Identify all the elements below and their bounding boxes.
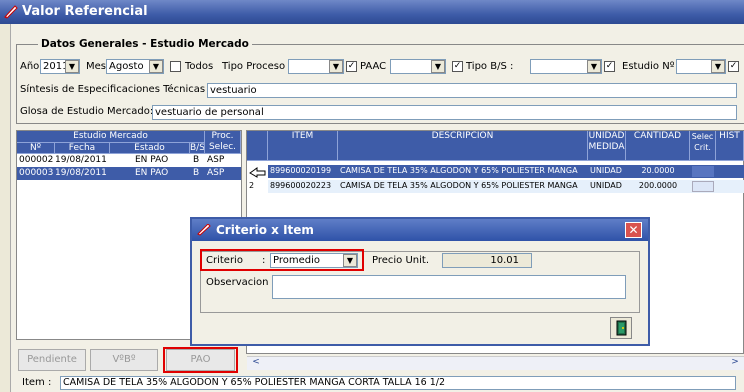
precio-field: 10.01 xyxy=(442,253,532,268)
horizontal-scrollbar[interactable] xyxy=(247,356,744,370)
exit-door-icon xyxy=(616,320,627,336)
group-title: Datos Generales - Estudio Mercado xyxy=(38,38,252,50)
row-item: 899600020223 xyxy=(270,181,332,190)
precio-label: Precio Unit. xyxy=(372,255,430,266)
paac-select[interactable]: ▼ xyxy=(390,59,446,74)
close-icon[interactable]: ✕ xyxy=(625,222,642,238)
estudio-checkbox[interactable]: ✓ xyxy=(604,61,615,72)
hand-pointer-icon xyxy=(249,167,266,178)
table-row[interactable]: 000002 19/08/2011 EN PAO B ASP xyxy=(17,154,241,167)
col-hist-header: HIST xyxy=(716,131,744,161)
dialog-title: Criterio x Item xyxy=(216,223,314,237)
chevron-down-icon[interactable]: ▼ xyxy=(329,60,343,73)
pendiente-button[interactable]: Pendiente xyxy=(18,349,86,371)
exit-button[interactable] xyxy=(610,317,632,339)
proc-selec-header: Proc. Selec. xyxy=(205,131,241,154)
row-descripcion: CAMISA DE TELA 35% ALGODON Y 65% POLIEST… xyxy=(340,181,578,190)
col-unidad-header: UNIDAD MEDIDA xyxy=(588,131,626,161)
dialog-title-bar: Criterio x Item xyxy=(192,219,648,241)
todos-label: Todos xyxy=(185,61,214,72)
chevron-down-icon[interactable]: ▼ xyxy=(343,254,357,267)
scroll-left-icon[interactable]: < xyxy=(249,357,263,369)
observacion-label: Observacion : xyxy=(206,277,276,288)
row-selec-cell[interactable] xyxy=(692,166,714,177)
row-number: 2 xyxy=(249,181,255,190)
sintesis-label: Síntesis de Especificaciones Técnicas xyxy=(20,84,206,95)
glosa-field[interactable]: vestuario de personal xyxy=(152,105,737,120)
chevron-down-icon[interactable]: ▼ xyxy=(711,60,725,73)
row-fecha: 19/08/2011 xyxy=(55,168,107,178)
tipo-bs-label: Tipo B/S : xyxy=(466,61,514,72)
sintesis-field[interactable]: vestuario xyxy=(207,83,737,98)
col-item-header: ITEM xyxy=(268,131,338,161)
estudio-label: Estudio Nº xyxy=(622,61,675,72)
chevron-down-icon[interactable]: ▼ xyxy=(431,60,445,73)
row-proc: ASP xyxy=(207,168,225,178)
col-descripcion-header: DESCRIPCION xyxy=(338,131,588,161)
row-num: 000003 xyxy=(19,168,54,178)
pencil-icon xyxy=(197,224,211,236)
glosa-label: Glosa de Estudio Mercado: xyxy=(20,106,154,117)
chevron-down-icon[interactable]: ▼ xyxy=(149,60,163,73)
row-estado: EN PAO xyxy=(135,155,169,165)
scroll-right-icon[interactable]: > xyxy=(728,357,742,369)
mes-label: Mes xyxy=(86,61,106,72)
paac-checkbox[interactable]: ✓ xyxy=(346,61,357,72)
row-cantidad: 200.0000 xyxy=(638,181,678,190)
row-item: 899600020199 xyxy=(270,166,332,175)
row-indicator-header xyxy=(247,131,268,161)
table-row[interactable]: 000003 19/08/2011 EN PAO B ASP xyxy=(17,167,241,180)
col-num-header: Nº xyxy=(17,143,55,154)
chevron-down-icon[interactable]: ▼ xyxy=(587,60,601,73)
table-row[interactable]: 899600020223 CAMISA DE TELA 35% ALGODON … xyxy=(268,180,744,193)
criterio-colon: : xyxy=(262,255,266,266)
col-cantidad-header: CANTIDAD xyxy=(626,131,690,161)
col-fecha-header: Fecha xyxy=(55,143,110,154)
anio-select[interactable]: 2011 ▼ xyxy=(40,59,80,74)
anio-label: Año xyxy=(20,61,40,72)
pencil-icon xyxy=(4,5,18,19)
estudio-select[interactable]: ▼ xyxy=(676,59,726,74)
mes-value: Agosto xyxy=(109,61,144,72)
criterio-value: Promedio xyxy=(273,255,321,266)
row-descripcion: CAMISA DE TELA 35% ALGODON Y 65% POLIEST… xyxy=(340,166,578,175)
row-selec-cell[interactable] xyxy=(692,181,714,192)
row-unidad: UNIDAD xyxy=(590,181,622,190)
row-num: 000002 xyxy=(19,155,54,165)
col-bs-header: B/S xyxy=(190,143,205,154)
row-bs: B xyxy=(193,155,200,165)
row-fecha: 19/08/2011 xyxy=(55,155,107,165)
row-estado: EN PAO xyxy=(135,168,169,178)
tipo-bs-checkbox[interactable]: ✓ xyxy=(452,61,463,72)
vobo-button[interactable]: VºBº xyxy=(90,349,158,371)
row-bs: B xyxy=(193,168,200,178)
paac-label: PAAC xyxy=(360,61,387,72)
extra-checkbox[interactable]: ✓ xyxy=(728,61,739,72)
item-label: Item : xyxy=(22,377,52,388)
col-estado-header: Estado xyxy=(110,143,190,154)
todos-checkbox[interactable] xyxy=(170,61,181,72)
criterio-select[interactable]: Promedio ▼ xyxy=(270,253,358,268)
mes-select[interactable]: Agosto ▼ xyxy=(106,59,164,74)
tipo-proceso-label: Tipo Proceso xyxy=(222,61,286,72)
row-proc: ASP xyxy=(207,155,225,165)
table-row[interactable]: 899600020199 CAMISA DE TELA 35% ALGODON … xyxy=(268,165,744,178)
chevron-down-icon[interactable]: ▼ xyxy=(65,60,79,73)
row-cantidad: 20.0000 xyxy=(641,166,675,175)
window-title-bar: Valor Referencial xyxy=(0,0,744,24)
pao-button[interactable]: PAO xyxy=(166,349,235,371)
criterio-label: Criterio xyxy=(206,255,243,266)
tipo-bs-select[interactable]: ▼ xyxy=(530,59,602,74)
criterio-dialog: Criterio x Item ✕ Criterio : Promedio ▼ … xyxy=(190,217,650,346)
tipo-proceso-select[interactable]: ▼ xyxy=(288,59,344,74)
col-selec-crit-header: Selec Crit. xyxy=(690,131,716,161)
estudio-mercado-header: Estudio Mercado xyxy=(17,131,205,143)
window-title: Valor Referencial xyxy=(22,4,148,19)
item-field: CAMISA DE TELA 35% ALGODON Y 65% POLIEST… xyxy=(60,376,736,390)
row-unidad: UNIDAD xyxy=(590,166,622,175)
observacion-field[interactable] xyxy=(272,275,626,299)
